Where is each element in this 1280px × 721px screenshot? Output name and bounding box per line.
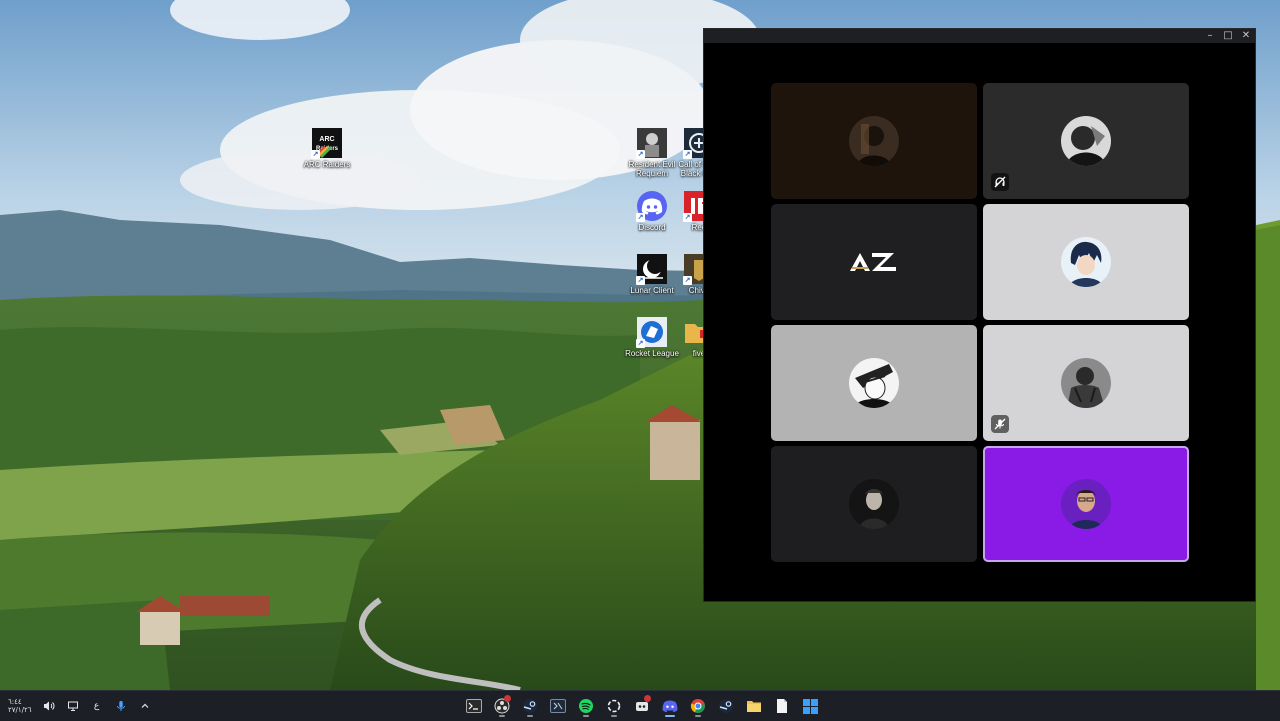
anime-character-avatar [1061,237,1111,287]
network-icon[interactable] [66,699,80,713]
close-button[interactable]: ✕ [1237,29,1255,43]
terminal-icon[interactable] [463,694,485,718]
monochrome-avatar [1061,116,1111,166]
shortcut-arrow-icon: ↗ [636,213,645,222]
minimize-button[interactable]: – [1201,29,1219,43]
participant-tile[interactable] [771,446,977,562]
running-indicator [527,715,533,717]
running-indicator [611,715,617,717]
participant-grid [771,83,1189,563]
dark-portrait-avatar [849,116,899,166]
shortcut-arrow-icon: ↗ [636,339,645,348]
running-indicator [583,715,589,717]
terminal-box-icon[interactable] [547,694,569,718]
notification-badge [504,695,511,702]
lunar-client-icon: ↗ [636,254,667,285]
spotify-icon[interactable] [575,694,597,718]
desktop-icon-arc-raiders[interactable]: ARCRaiders ↗ ARC Raiders [296,128,358,169]
rocket-league-icon: ↗ [636,317,667,348]
obs-icon[interactable] [491,694,513,718]
participant-tile[interactable] [983,204,1189,320]
windows-start-icon[interactable] [799,694,821,718]
steam-icon[interactable] [715,694,737,718]
clock[interactable]: ٦:٤٤ ٢٧/١/٢٦ [8,698,32,714]
manga-character-avatar [849,358,899,408]
smiling-man-avatar [1061,479,1111,529]
voice-call-window: – □ ✕ [703,28,1256,602]
desktop-icon-label: Discord [638,223,666,232]
running-indicator [665,715,675,717]
man-portrait-avatar [849,479,899,529]
arc-raiders-icon: ARCRaiders ↗ [311,128,342,159]
notification-badge [644,695,651,702]
discord-icon: ↗ [636,191,667,222]
steam-icon[interactable] [519,694,541,718]
system-tray: ٦:٤٤ ٢٧/١/٢٦ ع [8,691,152,721]
volume-icon[interactable] [42,699,56,713]
participant-tile[interactable] [771,204,977,320]
window-titlebar[interactable]: – □ ✕ [704,29,1255,43]
armored-figure-avatar [1061,358,1111,408]
deafened-icon [991,173,1009,191]
file-explorer-icon[interactable] [743,694,765,718]
shortcut-arrow-icon: ↗ [636,150,645,159]
shortcut-arrow-icon: ↗ [311,150,320,159]
shortcut-arrow-icon: ↗ [683,150,692,159]
participant-tile-active[interactable] [983,446,1189,562]
document-icon[interactable] [771,694,793,718]
shortcut-arrow-icon: ↗ [683,276,692,285]
desktop-icon-label: ARC Raiders [303,160,351,169]
shortcut-arrow-icon: ↗ [683,213,692,222]
chrome-icon[interactable] [687,694,709,718]
openai-icon[interactable] [603,694,625,718]
svg-text:ARC: ARC [319,136,334,143]
maximize-button[interactable]: □ [1219,29,1237,43]
participant-tile[interactable] [771,83,977,199]
clock-date: ٢٧/١/٢٦ [8,706,32,714]
language-indicator[interactable]: ع [90,699,104,713]
resident-evil-icon: ↗ [636,128,667,159]
shortcut-arrow-icon: ↗ [636,276,645,285]
az-logo [844,247,904,277]
taskbar: ٦:٤٤ ٢٧/١/٢٦ ع [0,690,1280,721]
participant-tile[interactable] [771,325,977,441]
muted-microphone-icon [991,415,1009,433]
running-indicator [695,715,701,717]
taskbar-apps [463,691,821,721]
running-indicator [499,715,505,717]
microphone-icon[interactable] [114,699,128,713]
discord-icon[interactable] [659,694,681,718]
chevron-up-icon[interactable] [138,699,152,713]
participant-tile[interactable] [983,83,1189,199]
notification-app-icon[interactable] [631,694,653,718]
clock-time: ٦:٤٤ [8,698,22,706]
participant-tile[interactable] [983,325,1189,441]
